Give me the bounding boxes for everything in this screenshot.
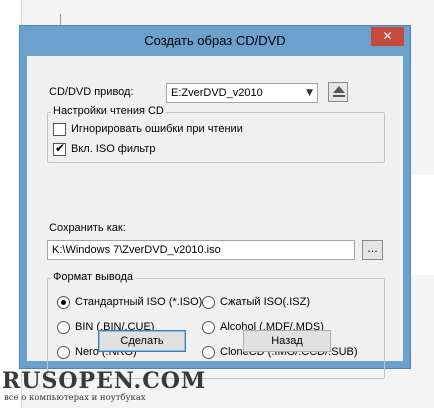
dialog-title: Создать образ CD/DVD — [144, 33, 286, 48]
read-settings-group — [47, 112, 385, 163]
format-radio-nero[interactable] — [57, 346, 70, 359]
format-radio-standard-iso[interactable] — [57, 296, 70, 309]
ignore-errors-label[interactable]: Игнорировать ошибки при чтении — [71, 123, 243, 135]
background-window-edge — [408, 175, 434, 275]
drive-select[interactable]: E:ZverDVD_v2010 ▼ — [166, 83, 318, 103]
browse-button[interactable]: ... — [362, 240, 383, 260]
save-as-label: Сохранить как: — [49, 222, 126, 234]
iso-filter-checkbox[interactable]: ✔ — [53, 141, 66, 156]
background-divider — [60, 14, 61, 26]
chevron-down-icon: ▼ — [306, 88, 313, 98]
format-label-standard-iso[interactable]: Стандартный ISO (*.ISO) — [75, 296, 202, 308]
eject-icon — [333, 86, 345, 93]
back-button[interactable]: Назад — [243, 330, 331, 352]
format-radio-bin[interactable] — [57, 321, 70, 334]
read-settings-title: Настройки чтения CD — [51, 105, 166, 117]
save-path-input[interactable]: K:\Windows 7\ZverDVD_v2010.iso — [47, 240, 355, 260]
create-button[interactable]: Сделать — [98, 330, 186, 352]
close-button[interactable]: ✕ — [371, 27, 404, 46]
drive-select-value: E:ZverDVD_v2010 — [171, 87, 263, 99]
format-radio-clonecd[interactable] — [202, 346, 215, 359]
dialog-titlebar[interactable]: Создать образ CD/DVD ✕ — [20, 26, 410, 56]
close-icon: ✕ — [382, 29, 393, 43]
site-watermark-subtitle: все о компьютерах и ноутбуках — [4, 393, 146, 403]
eject-button[interactable] — [328, 82, 348, 102]
format-radio-compressed-iso[interactable] — [202, 296, 215, 309]
format-label-compressed-iso[interactable]: Сжатый ISO(.ISZ) — [220, 296, 310, 308]
background-panel — [0, 0, 22, 408]
iso-filter-label[interactable]: Вкл. ISO фильтр — [71, 143, 155, 155]
output-format-title: Формат вывода — [51, 271, 136, 283]
dialog-content: CD/DVD привод: E:ZverDVD_v2010 ▼ Настрой… — [27, 56, 403, 379]
format-radio-alcohol[interactable] — [202, 321, 215, 334]
site-watermark: RUSOPEN.COM — [2, 368, 207, 394]
checkmark-icon: ✔ — [55, 141, 66, 155]
drive-label: CD/DVD привод: — [49, 86, 134, 98]
ignore-errors-checkbox[interactable] — [53, 123, 66, 136]
